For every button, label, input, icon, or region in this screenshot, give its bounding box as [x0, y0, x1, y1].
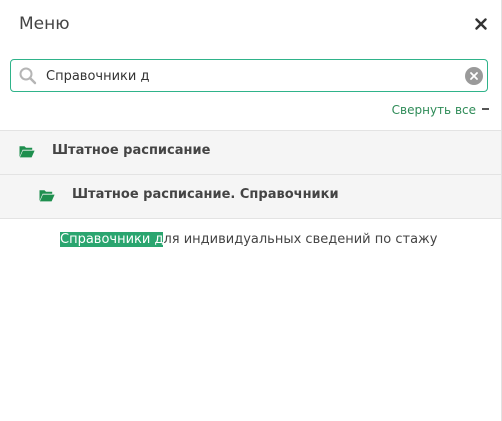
tree-leaf-label: Справочники для индивидуальных сведений …: [60, 232, 437, 247]
menu-panel: Меню Свернуть все Штатное распис: [0, 0, 502, 421]
search-box: [10, 59, 488, 92]
tree-leaf-label-rest: ля индивидуальных сведений по стажу: [163, 232, 438, 247]
clear-icon: [470, 72, 478, 80]
close-icon: [475, 18, 487, 30]
tree-folder-staff-schedule-references[interactable]: Штатное расписание. Справочники: [0, 174, 501, 219]
tree-folder-staff-schedule[interactable]: Штатное расписание: [0, 130, 501, 174]
search-icon: [19, 67, 37, 85]
search-input[interactable]: [46, 64, 456, 88]
menu-tree: Штатное расписание Штатное расписание. С…: [0, 130, 501, 262]
menu-title: Меню: [19, 14, 70, 34]
tree-leaf-item[interactable]: Справочники для индивидуальных сведений …: [0, 219, 501, 262]
collapse-all-label: Свернуть все: [391, 103, 476, 117]
tree-folder-label: Штатное расписание. Справочники: [72, 187, 339, 202]
menu-header: Меню: [0, 0, 501, 52]
folder-open-icon: [19, 146, 35, 158]
tree-folder-label: Штатное расписание: [52, 143, 211, 158]
close-button[interactable]: [472, 14, 490, 34]
clear-search-button[interactable]: [465, 67, 483, 85]
folder-open-icon: [39, 190, 55, 202]
search-match-highlight: Справочники д: [60, 232, 164, 247]
minus-icon: [482, 107, 489, 110]
collapse-all-button[interactable]: Свернуть все: [392, 103, 489, 117]
